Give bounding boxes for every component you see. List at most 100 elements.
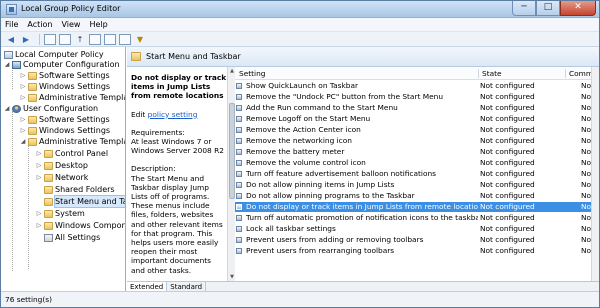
folder-icon (28, 71, 37, 80)
column-divider[interactable] (565, 69, 566, 78)
table-row[interactable]: Remove the networking icon Not configured… (235, 136, 599, 146)
details-header: Start Menu and Taskbar (127, 47, 599, 67)
expand-arrow-icon[interactable]: ▷ (20, 114, 26, 125)
folder-icon (44, 221, 53, 230)
setting-name: Remove the networking icon (246, 136, 352, 145)
up-button[interactable]: ↑ (74, 34, 86, 45)
tree-connector (12, 111, 13, 271)
menu-help[interactable]: Help (89, 20, 107, 29)
maximize-button[interactable]: □ (536, 1, 560, 16)
tree-item-shared-folders[interactable]: Shared Folders (36, 184, 115, 195)
folder-icon (44, 173, 53, 182)
setting-name: Add the Run command to the Start Menu (246, 103, 398, 112)
table-row[interactable]: Remove the "Undock PC" button from the S… (235, 92, 599, 102)
setting-name: Turn off automatic promotion of notifica… (246, 213, 478, 222)
tree-item-desktop[interactable]: ▷ Desktop (36, 160, 88, 171)
policy-setting-icon (236, 138, 242, 144)
tree-item-computer-configuration[interactable]: ◢ Computer Configuration (4, 59, 120, 70)
table-row[interactable]: Lock all taskbar settings Not configured N… (235, 224, 599, 234)
expand-arrow-icon[interactable]: ▷ (36, 208, 42, 219)
setting-name: Lock all taskbar settings (246, 224, 336, 233)
expand-arrow-icon[interactable]: ▷ (20, 70, 26, 81)
folder-icon (44, 197, 53, 206)
expand-arrow-icon[interactable]: ▷ (36, 172, 42, 183)
expand-arrow-icon[interactable]: ▷ (36, 220, 42, 231)
table-row[interactable]: Turn off automatic promotion of notifica… (235, 213, 599, 223)
collapse-arrow-icon[interactable]: ◢ (4, 103, 10, 114)
properties-icon[interactable] (59, 33, 71, 45)
collapse-arrow-icon[interactable]: ◢ (4, 59, 10, 70)
tree-item-uc-software-settings[interactable]: ▷ Software Settings (20, 114, 110, 125)
filter-icon[interactable]: ▼ (134, 34, 146, 45)
tab-extended[interactable]: Extended (127, 282, 168, 291)
tree-item-cc-windows-settings[interactable]: ▷ Windows Settings (20, 81, 110, 92)
setting-name: Prevent users from adding or removing to… (246, 235, 424, 244)
tree-item-control-panel[interactable]: ▷ Control Panel (36, 148, 108, 159)
setting-name: Do not allow pinning programs to the Tas… (246, 191, 415, 200)
folder-icon (28, 126, 37, 135)
setting-name: Remove the Action Center icon (246, 125, 361, 134)
tree-item-system[interactable]: ▷ System (36, 208, 85, 219)
requirements-text: At least Windows 7 or Windows Server 200… (131, 137, 224, 156)
expand-arrow-icon[interactable]: ▷ (20, 125, 26, 136)
tree-item-network[interactable]: ▷ Network (36, 172, 89, 183)
edit-policy-link[interactable]: policy setting (148, 110, 198, 119)
tab-standard[interactable]: Standard (167, 282, 207, 291)
tree-item-user-configuration[interactable]: ◢ User Configuration (4, 103, 98, 114)
setting-name: Show QuickLaunch on Taskbar (246, 81, 359, 90)
expand-arrow-icon[interactable]: ▷ (20, 81, 26, 92)
show-hide-console-tree-icon[interactable] (44, 33, 56, 45)
tree-item-uc-windows-settings[interactable]: ▷ Windows Settings (20, 125, 110, 136)
table-row[interactable]: Prevent users from rearranging toolbars N… (235, 246, 599, 256)
folder-icon (28, 93, 37, 102)
main-window: Local Group Policy Editor ─ □ ✕ File Act… (0, 0, 600, 308)
tree-item-start-menu-and-taskbar[interactable]: Start Menu and Taskbar (36, 195, 125, 208)
close-button[interactable]: ✕ (560, 1, 596, 16)
help-icon[interactable] (104, 33, 116, 45)
menu-bar: File Action View Help (1, 18, 599, 32)
tree-item-windows-components[interactable]: ▷ Windows Components (36, 220, 125, 231)
show-action-pane-icon[interactable] (119, 33, 131, 45)
menu-view[interactable]: View (61, 20, 80, 29)
table-row[interactable]: Do not display or track items in Jump Li… (235, 202, 599, 212)
minimize-button[interactable]: ─ (512, 1, 536, 16)
column-setting[interactable]: Setting (239, 67, 265, 80)
expand-arrow-icon[interactable]: ▷ (20, 92, 26, 103)
status-count: 76 setting(s) (5, 295, 52, 304)
tree-item-all-settings[interactable]: All Settings (36, 232, 100, 243)
menu-action[interactable]: Action (27, 20, 52, 29)
table-row[interactable]: Prevent users from adding or removing to… (235, 235, 599, 245)
setting-state: Not configured (480, 158, 535, 167)
tree-item-uc-administrative-templates[interactable]: ◢ Administrative Templates (20, 136, 125, 147)
setting-state: Not configured (480, 92, 535, 101)
setting-comment: No (581, 136, 592, 145)
console-tree[interactable]: Local Computer Policy ◢ Computer Configu… (1, 47, 126, 291)
export-list-icon[interactable] (89, 33, 101, 45)
forward-button[interactable]: ▶ (20, 34, 32, 45)
table-row[interactable]: Show QuickLaunch on Taskbar Not configure… (235, 81, 599, 91)
table-row[interactable]: Add the Run command to the Start Menu Not… (235, 103, 599, 113)
table-row[interactable]: Remove Logoff on the Start Menu Not confi… (235, 114, 599, 124)
collapse-arrow-icon[interactable]: ◢ (20, 136, 26, 147)
column-state[interactable]: State (482, 67, 502, 80)
table-row[interactable]: Remove the battery meter Not configured No (235, 147, 599, 157)
expand-arrow-icon[interactable]: ▷ (36, 148, 42, 159)
table-row[interactable]: Turn off feature advertisement balloon n… (235, 169, 599, 179)
tree-item-cc-software-settings[interactable]: ▷ Software Settings (20, 70, 110, 81)
list-scrollbar[interactable] (591, 67, 599, 281)
back-button[interactable]: ◀ (5, 34, 17, 45)
table-row[interactable]: Remove the volume control icon Not config… (235, 158, 599, 168)
expand-arrow-icon[interactable]: ▷ (36, 160, 42, 171)
description-scrollbar[interactable]: ▲ ▼ (227, 67, 235, 281)
table-row[interactable]: Do not allow pinning items in Jump Lists… (235, 180, 599, 190)
setting-comment: No (581, 191, 592, 200)
table-row[interactable]: Do not allow pinning programs to the Tas… (235, 191, 599, 201)
setting-name: Remove the battery meter (246, 147, 345, 156)
setting-state: Not configured (480, 213, 535, 222)
settings-list[interactable]: Setting State Comme Show QuickLaunch on … (235, 67, 599, 281)
tree-item-cc-administrative-templates[interactable]: ▷ Administrative Templates (20, 92, 125, 103)
column-divider[interactable] (478, 69, 479, 78)
menu-file[interactable]: File (5, 20, 18, 29)
table-row[interactable]: Remove the Action Center icon Not configu… (235, 125, 599, 135)
title-bar[interactable]: Local Group Policy Editor ─ □ ✕ (1, 1, 599, 18)
